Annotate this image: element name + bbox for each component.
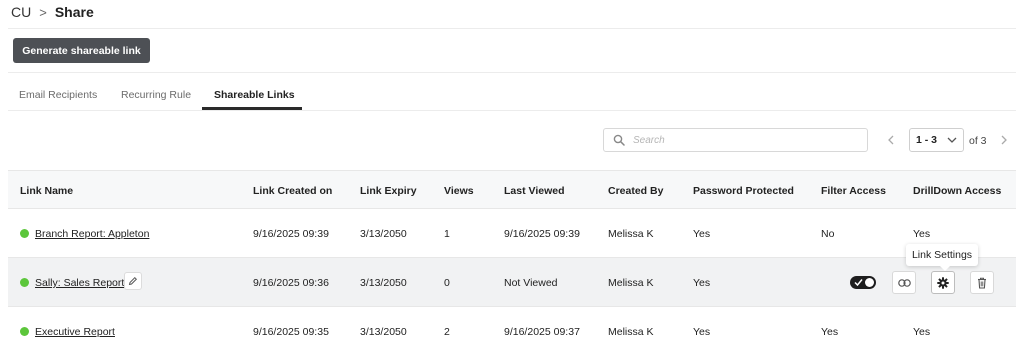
link-name[interactable]: Executive Report: [35, 326, 115, 338]
column-header-link-expiry[interactable]: Link Expiry: [360, 185, 417, 197]
breadcrumb-separator: >: [39, 4, 47, 20]
password-protected: Yes: [693, 277, 711, 289]
copy-link-button[interactable]: [892, 271, 916, 294]
link-name[interactable]: Sally: Sales Report: [35, 277, 124, 289]
gear-icon: [937, 276, 949, 289]
created-by: Melissa K: [608, 326, 654, 338]
generate-shareable-link-button[interactable]: Generate shareable link: [13, 38, 150, 63]
page-range-value: 1 - 3: [916, 134, 938, 146]
link-expiry: 3/13/2050: [360, 326, 407, 338]
page-range-select[interactable]: 1 - 3: [909, 128, 964, 152]
link-icon: [897, 278, 911, 287]
check-icon: [854, 279, 863, 287]
page-total: of 3: [969, 135, 987, 147]
search-input[interactable]: [633, 134, 833, 146]
header-divider: [8, 28, 1016, 29]
column-header-password-protected[interactable]: Password Protected: [693, 185, 794, 197]
column-header-created-by[interactable]: Created By: [608, 185, 663, 197]
next-page-button[interactable]: [999, 133, 1009, 147]
breadcrumb-root[interactable]: CU: [11, 4, 31, 20]
tab-shareable-links[interactable]: Shareable Links: [214, 89, 295, 101]
password-protected: Yes: [693, 228, 711, 240]
views-count: 0: [444, 277, 450, 289]
search-box[interactable]: [603, 128, 868, 152]
filter-access: No: [821, 228, 835, 240]
breadcrumb-current: Share: [54, 4, 94, 20]
trash-icon: [978, 277, 986, 289]
chevron-down-icon: [947, 137, 957, 143]
tabs-divider: [8, 110, 1016, 111]
delete-link-button[interactable]: [970, 271, 994, 294]
last-viewed: 9/16/2025 09:37: [504, 326, 580, 338]
last-viewed: 9/16/2025 09:39: [504, 228, 580, 240]
tooltip-arrow: [940, 266, 950, 271]
drilldown-access: Yes: [913, 228, 931, 240]
last-viewed: Not Viewed: [504, 277, 558, 289]
status-dot: [20, 229, 29, 238]
chevron-left-icon: [888, 135, 894, 145]
link-settings-button[interactable]: [931, 271, 955, 294]
link-created-on: 9/16/2025 09:36: [253, 277, 329, 289]
column-header-views[interactable]: Views: [444, 185, 474, 197]
link-created-on: 9/16/2025 09:35: [253, 326, 329, 338]
created-by: Melissa K: [608, 277, 654, 289]
link-expiry: 3/13/2050: [360, 228, 407, 240]
chevron-right-icon: [1001, 135, 1007, 145]
views-count: 2: [444, 326, 450, 338]
tab-recurring-rule[interactable]: Recurring Rule: [121, 89, 191, 101]
column-header-drilldown-access[interactable]: DrillDown Access: [913, 185, 1001, 197]
column-header-last-viewed[interactable]: Last Viewed: [504, 185, 565, 197]
column-header-link-name[interactable]: Link Name: [20, 185, 73, 197]
link-created-on: 9/16/2025 09:39: [253, 228, 329, 240]
search-icon: [613, 134, 625, 146]
column-header-filter-access[interactable]: Filter Access: [821, 185, 886, 197]
tab-email-recipients[interactable]: Email Recipients: [19, 89, 97, 101]
link-settings-tooltip: Link Settings: [906, 244, 978, 271]
status-dot: [20, 327, 29, 336]
previous-page-button[interactable]: [886, 133, 896, 147]
password-protected: Yes: [693, 326, 711, 338]
edit-link-name-button[interactable]: [124, 272, 142, 290]
breadcrumb: CU > Share: [11, 3, 94, 21]
link-expiry: 3/13/2050: [360, 277, 407, 289]
filter-access: Yes: [821, 326, 839, 338]
link-enabled-toggle[interactable]: [850, 276, 876, 289]
toggle-knob: [865, 278, 874, 287]
tooltip-text: Link Settings: [911, 249, 973, 261]
status-dot: [20, 278, 29, 287]
pencil-icon: [128, 276, 138, 286]
link-name[interactable]: Branch Report: Appleton: [35, 228, 149, 240]
toolbar-divider: [8, 72, 1016, 73]
created-by: Melissa K: [608, 228, 654, 240]
column-header-link-created-on[interactable]: Link Created on: [253, 185, 332, 197]
views-count: 1: [444, 228, 450, 240]
drilldown-access: Yes: [913, 326, 931, 338]
